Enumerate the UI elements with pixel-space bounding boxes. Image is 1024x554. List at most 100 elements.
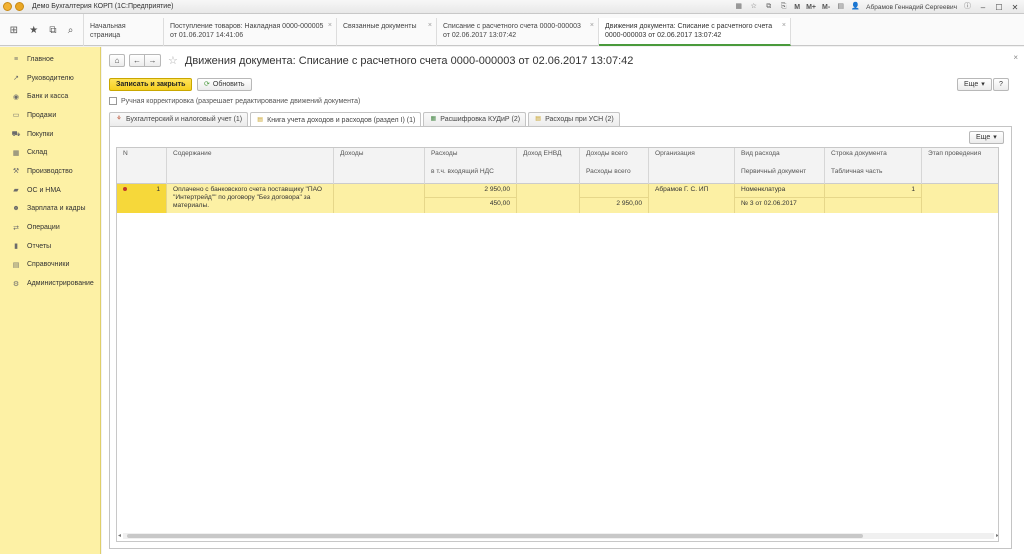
vat-cell[interactable]: 450,00 — [425, 198, 517, 213]
save-and-close-button[interactable]: Записать и закрыть — [109, 78, 193, 91]
back-button[interactable]: ← — [129, 54, 145, 67]
tab-usn-expenses[interactable]: ▤ Расходы при УСН (2) — [528, 112, 620, 126]
movement-tabs: ⚘ Бухгалтерский и налоговый учет (1) ▤ К… — [109, 112, 622, 127]
bank-icon: ◉ — [12, 93, 20, 101]
calendar-icon[interactable]: ▤ — [836, 3, 845, 11]
manual-correction-label[interactable]: Ручная корректировка (разрешает редактир… — [121, 98, 360, 105]
primary-doc-cell[interactable]: № 3 от 02.06.2017 — [735, 198, 825, 213]
help-button[interactable]: ? — [993, 78, 1009, 91]
table-part-cell[interactable] — [825, 198, 922, 213]
link-icon[interactable]: ⎘ — [779, 3, 788, 11]
people-icon: ☻ — [12, 205, 20, 213]
table-more-button[interactable]: Еще ▾ — [969, 131, 1004, 144]
sidebar-item-salary[interactable]: ☻ Зарплата и кадры — [0, 200, 100, 219]
col-content[interactable]: Содержание — [167, 148, 334, 184]
book-icon: ▤ — [12, 261, 20, 269]
apps-grid-icon[interactable]: ⊞ — [10, 25, 18, 36]
tab-accounting[interactable]: ⚘ Бухгалтерский и налоговый учет (1) — [109, 112, 249, 126]
income-total-cell[interactable] — [580, 184, 649, 198]
sidebar-item-main[interactable]: ≡ Главное — [0, 50, 100, 69]
col-expense-kind[interactable]: Вид расхода — [735, 148, 825, 166]
close-icon[interactable]: × — [328, 21, 332, 30]
col-envd[interactable]: Доход ЕНВД — [517, 148, 580, 184]
close-icon[interactable]: × — [782, 21, 786, 30]
tab-kudir-details[interactable]: ▦ Расшифровка КУДиР (2) — [423, 112, 527, 126]
sidebar-item-directories[interactable]: ▤ Справочники — [0, 256, 100, 275]
star-icon[interactable]: ☆ — [749, 3, 758, 11]
sidebar-item-sales[interactable]: ▭ Продажи — [0, 106, 100, 125]
info-icon[interactable]: ⓘ — [963, 3, 972, 11]
minimize-icon[interactable]: – — [978, 3, 988, 12]
memory-plus-button[interactable]: M+ — [806, 4, 816, 11]
col-organization[interactable]: Организация — [649, 148, 735, 184]
scrollbar-thumb[interactable] — [127, 534, 863, 538]
user-icon: 👤 — [851, 3, 861, 10]
maximize-icon[interactable]: ☐ — [994, 3, 1004, 12]
row-number-cell[interactable]: 1 — [117, 184, 167, 213]
favorite-star-icon[interactable]: ☆ — [168, 54, 178, 67]
app-logo-icon[interactable] — [3, 2, 12, 11]
history-icon[interactable]: ⧉ — [49, 25, 56, 36]
favorites-icon[interactable]: ★ — [29, 25, 38, 36]
current-user[interactable]: Абрамов Геннадий Сергеевич — [866, 4, 957, 11]
table-row[interactable]: 1 Оплачено с банковского счета поставщик… — [117, 184, 998, 213]
col-income[interactable]: Доходы — [334, 148, 425, 184]
tab-home[interactable]: Начальная страница — [84, 18, 164, 46]
ledger-icon: ▤ — [257, 116, 263, 123]
sidebar-item-operations[interactable]: ⇄ Операции — [0, 218, 100, 237]
close-icon[interactable]: × — [428, 21, 432, 30]
scroll-left-icon[interactable]: ◂ — [118, 532, 121, 539]
tab-receipt[interactable]: Поступление товаров: Накладная 0000-0000… — [164, 18, 337, 46]
sidebar-item-reports[interactable]: ▮ Отчеты — [0, 237, 100, 256]
sidebar-item-production[interactable]: ⚒ Производство — [0, 162, 100, 181]
col-n[interactable]: N — [117, 148, 167, 184]
tab-kudir[interactable]: ▤ Книга учета доходов и расходов (раздел… — [250, 112, 422, 127]
doc-line-cell[interactable]: 1 — [825, 184, 922, 198]
col-expenses[interactable]: Расходы — [425, 148, 517, 166]
expenses-total-cell[interactable]: 2 950,00 — [580, 198, 649, 213]
sidebar-item-manager[interactable]: ↗ Руководителю — [0, 69, 100, 88]
scroll-right-icon[interactable]: ▸ — [996, 532, 998, 539]
history-icon[interactable]: ⧉ — [764, 3, 773, 11]
manual-correction-checkbox[interactable] — [109, 97, 117, 105]
col-expenses-total[interactable]: Расходы всего — [580, 166, 649, 184]
sidebar-item-assets[interactable]: ▰ ОС и НМА — [0, 181, 100, 200]
close-form-icon[interactable]: × — [1013, 53, 1018, 62]
tab-related-docs[interactable]: Связанные документы × — [337, 18, 437, 46]
horizontal-scrollbar[interactable]: ◂ ▸ — [118, 533, 998, 539]
movements-table[interactable]: N Содержание Доходы Расходы в т.ч. входя… — [116, 147, 999, 542]
home-button[interactable]: ⌂ — [109, 54, 125, 67]
stage-cell[interactable] — [922, 184, 998, 213]
organization-cell[interactable]: Абрамов Г. С. ИП — [649, 184, 735, 213]
sidebar-item-purchases[interactable]: ⛟ Покупки — [0, 125, 100, 144]
close-icon[interactable]: × — [590, 21, 594, 30]
col-income-total[interactable]: Доходы всего — [580, 148, 649, 166]
tab-document-movements[interactable]: Движения документа: Списание с расчетног… — [599, 18, 791, 46]
close-icon[interactable]: ✕ — [1010, 3, 1020, 12]
memory-minus-button[interactable]: M- — [822, 4, 830, 11]
col-stage[interactable]: Этап проведения — [922, 148, 998, 184]
accounting-icon: ⚘ — [116, 116, 122, 122]
envd-cell[interactable] — [517, 184, 580, 213]
expenses-cell[interactable]: 2 950,00 — [425, 184, 517, 198]
app-menu-icon[interactable] — [15, 2, 24, 11]
sidebar-item-admin[interactable]: ⚙ Администрирование — [0, 274, 100, 293]
more-button[interactable]: Еще ▾ — [957, 78, 992, 91]
content-cell[interactable]: Оплачено с банковского счета поставщику … — [167, 184, 334, 213]
col-expenses-vat[interactable]: в т.ч. входящий НДС — [425, 166, 517, 184]
income-cell[interactable] — [334, 184, 425, 213]
chevron-down-icon: ▾ — [993, 134, 997, 141]
col-primary-doc[interactable]: Первичный документ — [735, 166, 825, 184]
sidebar-item-warehouse[interactable]: ▦ Склад — [0, 143, 100, 162]
expense-kind-cell[interactable]: Номенклатура — [735, 184, 825, 198]
sidebar-item-bank[interactable]: ◉ Банк и касса — [0, 87, 100, 106]
col-doc-line[interactable]: Строка документа — [825, 148, 922, 166]
memory-m-button[interactable]: M — [794, 4, 800, 11]
nav-group: ← → — [129, 54, 161, 67]
tab-write-off[interactable]: Списание с расчетного счета 0000-000003 … — [437, 18, 599, 46]
refresh-button[interactable]: ⟳ Обновить — [197, 78, 252, 91]
col-table-part[interactable]: Табличная часть — [825, 166, 922, 184]
forward-button[interactable]: → — [145, 54, 161, 67]
grid-icon[interactable]: ▦ — [734, 3, 743, 11]
search-icon[interactable]: ⌕ — [68, 25, 74, 36]
